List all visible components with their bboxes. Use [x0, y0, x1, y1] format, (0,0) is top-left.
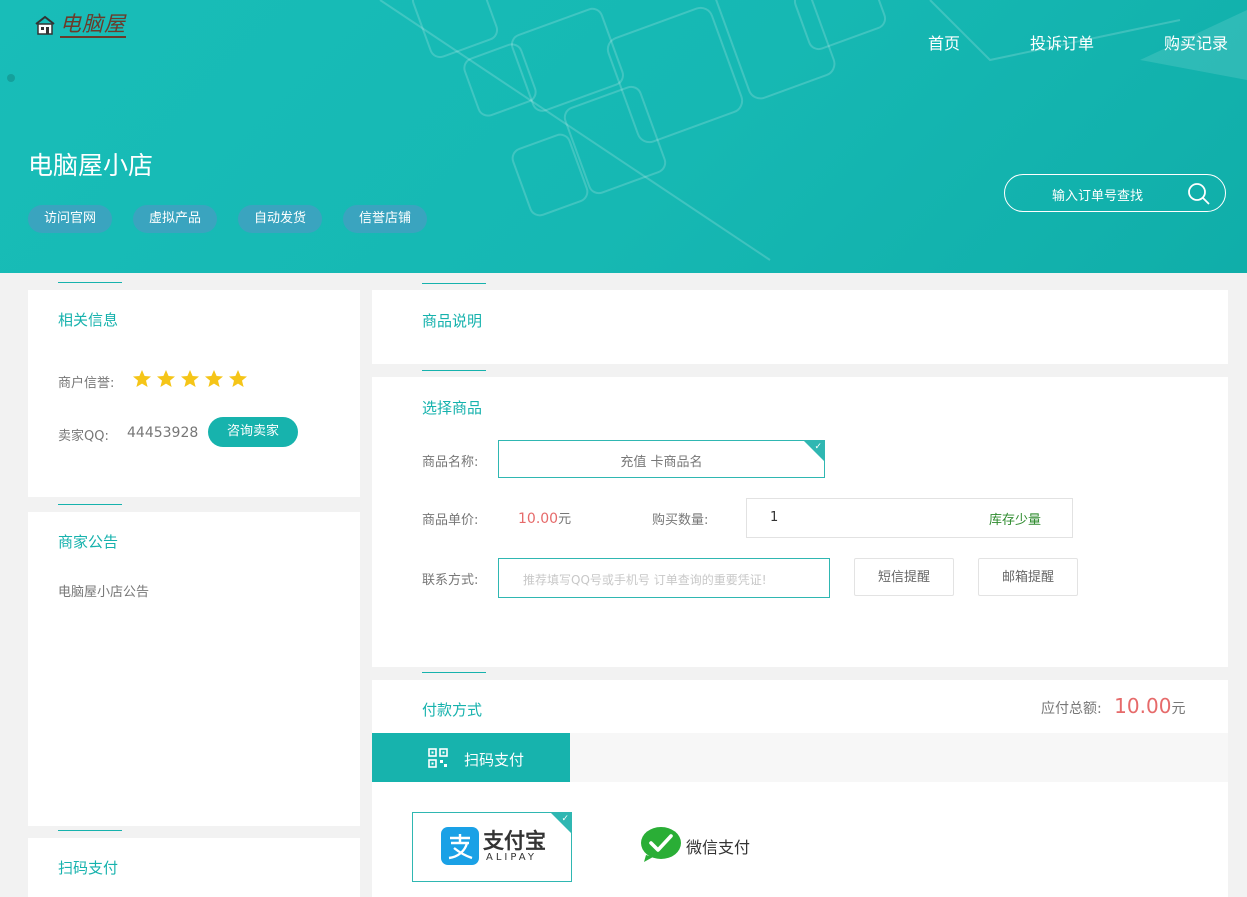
search-placeholder: 输入订单号查找: [1052, 189, 1144, 204]
info-title: 相关信息: [58, 282, 123, 329]
qq-label: 卖家QQ:: [58, 429, 109, 444]
qq-number: 44453928: [127, 425, 199, 441]
consult-seller-button[interactable]: 咨询卖家: [208, 417, 298, 447]
nav-complaint-order[interactable]: 投诉订单: [1030, 30, 1094, 54]
house-icon: [35, 15, 55, 35]
wechat-icon: [641, 827, 681, 862]
left-pay-title: 扫码支付: [58, 830, 123, 877]
stock-status: 库存少量: [989, 513, 1042, 528]
notice-text: 电脑屋小店公告: [58, 585, 150, 600]
notice-panel: [28, 512, 360, 826]
select-product-title: 选择商品: [422, 370, 487, 417]
wechat-pay-label: 微信支付: [686, 838, 751, 857]
contact-placeholder: 推荐填写QQ号或手机号 订单查询的重要凭证!: [523, 573, 767, 587]
wechat-pay-option[interactable]: 微信支付: [640, 822, 780, 868]
check-icon: ✓: [814, 442, 822, 452]
quantity-input[interactable]: 1 库存少量: [746, 498, 1073, 538]
star-icon: [181, 370, 199, 387]
unit-price: 10.00元: [518, 508, 571, 527]
sms-reminder-button[interactable]: 短信提醒: [854, 558, 954, 596]
unit-price-label: 商品单价:: [422, 513, 479, 528]
tag-virtual-product[interactable]: 虚拟产品: [133, 205, 218, 233]
star-icon: [157, 370, 175, 387]
alipay-name: 支付宝: [483, 829, 546, 853]
unit-price-value: 10.00: [518, 511, 559, 527]
alipay-icon: [441, 827, 479, 865]
contact-label: 联系方式:: [422, 573, 479, 588]
header-banner: 电脑屋 首页 投诉订单 购买记录 电脑屋小店 访问官网 虚拟产品 自动发货 信誉…: [0, 0, 1247, 273]
star-icon: [205, 370, 223, 387]
star-icon: [133, 370, 151, 387]
description-panel: [372, 290, 1228, 364]
quantity-value: 1: [770, 510, 779, 525]
product-name-select[interactable]: 充值 卡商品名 ✓: [498, 440, 825, 478]
product-name-value: 充值 卡商品名: [620, 455, 703, 470]
description-title: 商品说明: [422, 283, 487, 330]
nav-home[interactable]: 首页: [928, 30, 960, 54]
email-reminder-button[interactable]: 邮箱提醒: [978, 558, 1078, 596]
total-label: 应付总额:: [1041, 701, 1102, 717]
search-icon[interactable]: [1187, 182, 1211, 206]
alipay-sub: ALIPAY: [486, 852, 537, 863]
qr-code-icon: [428, 748, 448, 768]
tab-scan-pay[interactable]: 扫码支付: [372, 733, 570, 782]
notice-title: 商家公告: [58, 504, 123, 551]
tab-scan-pay-label: 扫码支付: [464, 751, 525, 769]
total-value: 10.00: [1114, 694, 1172, 718]
shop-title: 电脑屋小店: [28, 151, 154, 180]
logo-text: 电脑屋: [60, 12, 126, 38]
credit-label: 商户信誉:: [58, 376, 115, 391]
quantity-label: 购买数量:: [652, 513, 709, 528]
tag-trusted-shop[interactable]: 信誉店铺: [343, 205, 428, 233]
logo[interactable]: 电脑屋: [34, 12, 126, 38]
total-amount: 应付总额: 10.00元: [1041, 694, 1185, 718]
unit-price-unit: 元: [558, 512, 572, 527]
product-name-label: 商品名称:: [422, 455, 479, 470]
total-unit: 元: [1171, 701, 1186, 717]
payment-title: 付款方式: [422, 672, 487, 719]
tag-visit-site[interactable]: 访问官网: [28, 205, 113, 233]
order-search-box[interactable]: 输入订单号查找: [1004, 174, 1226, 212]
alipay-option[interactable]: 支付宝 ALIPAY ✓: [412, 812, 572, 882]
nav-purchase-history[interactable]: 购买记录: [1164, 30, 1228, 54]
check-icon: ✓: [561, 814, 569, 824]
tag-auto-delivery[interactable]: 自动发货: [238, 205, 323, 233]
star-icon: [229, 370, 247, 387]
contact-input[interactable]: 推荐填写QQ号或手机号 订单查询的重要凭证!: [498, 558, 830, 598]
